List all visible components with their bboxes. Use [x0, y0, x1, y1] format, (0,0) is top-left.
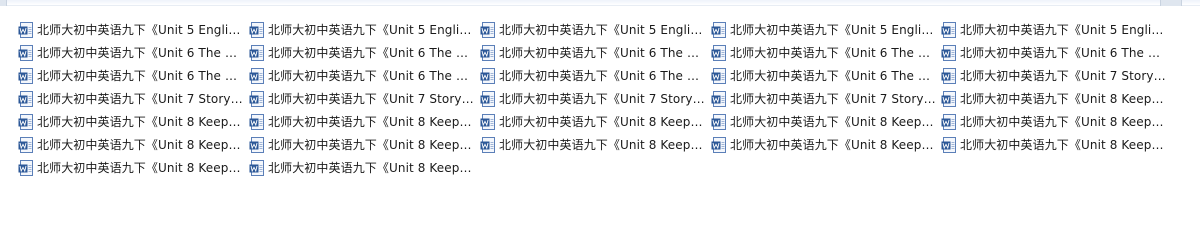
file-name-label: 北师大初中英语九下《Unit 6 The Strange Story》 — [499, 69, 705, 83]
word-doc-icon — [249, 137, 264, 153]
file-item[interactable]: 北师大初中英语九下《Unit 7 Storytelling》 — [941, 65, 1169, 87]
file-name-label: 北师大初中英语九下《Unit 8 Keeping Healthy》 — [37, 138, 243, 152]
file-item[interactable]: 北师大初中英语九下《Unit 6 The Strange Story》 — [249, 42, 477, 64]
file-name-label: 北师大初中英语九下《Unit 7 Storytelling》 — [730, 92, 936, 106]
word-doc-icon — [941, 137, 956, 153]
file-item[interactable]: 北师大初中英语九下《Unit 6 The Strange Story》 — [711, 65, 939, 87]
file-name-label: 北师大初中英语九下《Unit 5 English Around the Worl… — [268, 23, 474, 37]
word-doc-icon — [480, 91, 495, 107]
file-name-label: 北师大初中英语九下《Unit 6 The Strange Story》 — [268, 69, 474, 83]
word-doc-icon — [711, 91, 726, 107]
file-item[interactable]: 北师大初中英语九下《Unit 8 Keeping Healthy》 — [249, 157, 477, 179]
word-doc-icon — [18, 91, 33, 107]
word-doc-icon — [249, 114, 264, 130]
file-item[interactable]: 北师大初中英语九下《Unit 7 Storytelling》 — [480, 88, 708, 110]
file-item[interactable]: 北师大初中英语九下《Unit 8 Keeping Healthy》 — [249, 111, 477, 133]
file-name-label: 北师大初中英语九下《Unit 5 English Around the Worl… — [499, 23, 705, 37]
word-doc-icon — [249, 91, 264, 107]
file-item[interactable]: 北师大初中英语九下《Unit 7 Storytelling》 — [18, 88, 246, 110]
word-doc-icon — [711, 22, 726, 38]
file-item[interactable]: 北师大初中英语九下《Unit 5 English Around the Worl… — [480, 19, 708, 41]
file-name-label: 北师大初中英语九下《Unit 6 The Strange Story》 — [499, 46, 705, 60]
word-doc-icon — [249, 45, 264, 61]
file-name-label: 北师大初中英语九下《Unit 8 Keeping Healthy》 — [499, 115, 705, 129]
word-doc-icon — [18, 68, 33, 84]
file-name-label: 北师大初中英语九下《Unit 5 English Around the Worl… — [960, 23, 1166, 37]
file-item[interactable]: 北师大初中英语九下《Unit 5 English Around the Worl… — [711, 19, 939, 41]
word-doc-icon — [711, 137, 726, 153]
word-doc-icon — [941, 114, 956, 130]
file-item[interactable]: 北师大初中英语九下《Unit 8 Keeping Healthy》 — [18, 157, 246, 179]
file-item[interactable]: 北师大初中英语九下《Unit 6 The Strange Story》 — [18, 42, 246, 64]
file-name-label: 北师大初中英语九下《Unit 8 Keeping Healthy》 — [37, 161, 243, 175]
file-item[interactable]: 北师大初中英语九下《Unit 8 Keeping Healthy》 — [249, 134, 477, 156]
file-item[interactable]: 北师大初中英语九下《Unit 6 The Strange Story》 — [480, 42, 708, 64]
file-name-label: 北师大初中英语九下《Unit 8 Keeping Healthy》 — [960, 115, 1166, 129]
file-name-label: 北师大初中英语九下《Unit 6 The Strange Story》 — [730, 46, 936, 60]
file-name-label: 北师大初中英语九下《Unit 8 Keeping Healthy》 — [268, 115, 474, 129]
file-name-label: 北师大初中英语九下《Unit 8 Keeping Healthy》 — [268, 161, 474, 175]
word-doc-icon — [711, 68, 726, 84]
file-item[interactable]: 北师大初中英语九下《Unit 6 The Strange Story》 — [18, 65, 246, 87]
file-name-label: 北师大初中英语九下《Unit 6 The Strange Story》 — [37, 69, 243, 83]
file-name-label: 北师大初中英语九下《Unit 6 The Strange Story》 — [960, 46, 1166, 60]
file-name-label: 北师大初中英语九下《Unit 8 Keeping Healthy》 — [499, 138, 705, 152]
word-doc-icon — [711, 45, 726, 61]
word-doc-icon — [480, 114, 495, 130]
file-item[interactable]: 北师大初中英语九下《Unit 8 Keeping Healthy》 — [941, 111, 1169, 133]
word-doc-icon — [18, 45, 33, 61]
file-item[interactable]: 北师大初中英语九下《Unit 8 Keeping Healthy》 — [480, 111, 708, 133]
file-name-label: 北师大初中英语九下《Unit 8 Keeping Healthy》 — [960, 92, 1166, 106]
file-name-label: 北师大初中英语九下《Unit 8 Keeping Healthy》 — [268, 138, 474, 152]
word-doc-icon — [711, 114, 726, 130]
file-item[interactable]: 北师大初中英语九下《Unit 6 The Strange Story》 — [711, 42, 939, 64]
word-doc-icon — [18, 160, 33, 176]
file-name-label: 北师大初中英语九下《Unit 5 English Around the Worl… — [37, 23, 243, 37]
file-item[interactable]: 北师大初中英语九下《Unit 8 Keeping Healthy》 — [18, 134, 246, 156]
file-name-label: 北师大初中英语九下《Unit 6 The Strange Story》 — [37, 46, 243, 60]
file-name-label: 北师大初中英语九下《Unit 7 Storytelling》 — [499, 92, 705, 106]
file-item[interactable]: 北师大初中英语九下《Unit 7 Storytelling》 — [249, 88, 477, 110]
file-item[interactable]: 北师大初中英语九下《Unit 8 Keeping Healthy》 — [480, 134, 708, 156]
file-item[interactable]: 北师大初中英语九下《Unit 5 English Around the Worl… — [941, 19, 1169, 41]
file-item[interactable]: 北师大初中英语九下《Unit 5 English Around the Worl… — [249, 19, 477, 41]
word-doc-icon — [941, 68, 956, 84]
word-doc-icon — [941, 45, 956, 61]
word-doc-icon — [249, 160, 264, 176]
file-name-label: 北师大初中英语九下《Unit 7 Storytelling》 — [268, 92, 474, 106]
file-name-label: 北师大初中英语九下《Unit 8 Keeping Healthy》 — [960, 138, 1166, 152]
file-item[interactable]: 北师大初中英语九下《Unit 8 Keeping Healthy》 — [18, 111, 246, 133]
file-name-label: 北师大初中英语九下《Unit 6 The Strange Story》 — [268, 46, 474, 60]
word-doc-icon — [480, 68, 495, 84]
file-name-label: 北师大初中英语九下《Unit 8 Keeping Healthy》 — [730, 138, 936, 152]
word-doc-icon — [18, 114, 33, 130]
file-item[interactable]: 北师大初中英语九下《Unit 5 English Around the Worl… — [18, 19, 246, 41]
file-item[interactable]: 北师大初中英语九下《Unit 8 Keeping Healthy》 — [711, 111, 939, 133]
word-doc-icon — [18, 22, 33, 38]
word-doc-icon — [941, 91, 956, 107]
file-item[interactable]: 北师大初中英语九下《Unit 8 Keeping Healthy》 — [941, 134, 1169, 156]
file-item[interactable]: 北师大初中英语九下《Unit 6 The Strange Story》 — [941, 42, 1169, 64]
file-name-label: 北师大初中英语九下《Unit 7 Storytelling》 — [960, 69, 1166, 83]
file-item[interactable]: 北师大初中英语九下《Unit 6 The Strange Story》 — [249, 65, 477, 87]
file-item[interactable]: 北师大初中英语九下《Unit 8 Keeping Healthy》 — [711, 134, 939, 156]
word-doc-icon — [480, 137, 495, 153]
explorer-window: 北师大初中英语九下《Unit 5 English Around the Worl… — [0, 0, 1200, 243]
file-item[interactable]: 北师大初中英语九下《Unit 6 The Strange Story》 — [480, 65, 708, 87]
file-name-label: 北师大初中英语九下《Unit 6 The Strange Story》 — [730, 69, 936, 83]
word-doc-icon — [941, 22, 956, 38]
word-doc-icon — [480, 45, 495, 61]
file-name-label: 北师大初中英语九下《Unit 8 Keeping Healthy》 — [730, 115, 936, 129]
word-doc-icon — [249, 68, 264, 84]
word-doc-icon — [480, 22, 495, 38]
file-name-label: 北师大初中英语九下《Unit 5 English Around the Worl… — [730, 23, 936, 37]
file-name-label: 北师大初中英语九下《Unit 8 Keeping Healthy》 — [37, 115, 243, 129]
word-doc-icon — [18, 137, 33, 153]
file-name-label: 北师大初中英语九下《Unit 7 Storytelling》 — [37, 92, 243, 106]
word-doc-icon — [249, 22, 264, 38]
file-item[interactable]: 北师大初中英语九下《Unit 7 Storytelling》 — [711, 88, 939, 110]
file-item[interactable]: 北师大初中英语九下《Unit 8 Keeping Healthy》 — [941, 88, 1169, 110]
file-list-view: 北师大初中英语九下《Unit 5 English Around the Worl… — [0, 0, 1200, 243]
